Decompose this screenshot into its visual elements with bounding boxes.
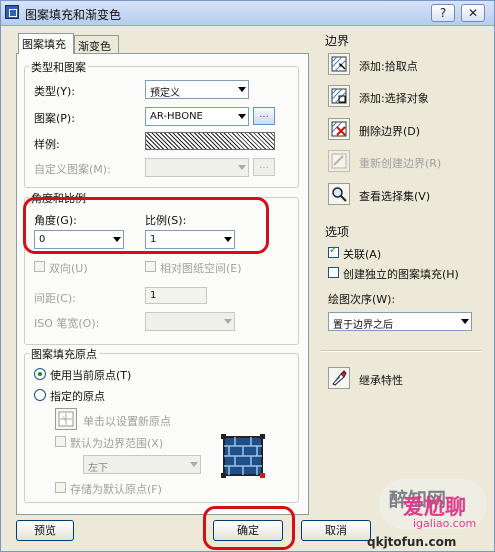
hatch-gradient-dialog: 图案填充和渐变色 ? ✕ 图案填充 渐变色 类型和图案 类型(Y): 预定义 图… [0, 0, 495, 552]
inherit-properties-button[interactable] [328, 367, 350, 389]
inherit-properties-label[interactable]: 继承特性 [359, 372, 403, 388]
relative-paper-space-label: 相对图纸空间(E) [160, 262, 242, 275]
angle-scale-highlight [23, 197, 269, 254]
view-selections-button[interactable] [328, 183, 350, 205]
custom-pattern-dropdown[interactable] [145, 158, 249, 177]
iso-pen-width-label: ISO 笔宽(O): [34, 317, 100, 330]
remove-boundaries-button[interactable] [328, 118, 350, 140]
custom-pattern-browse-button[interactable]: ... [253, 158, 275, 176]
tab-gradient[interactable]: 渐变色 [74, 35, 119, 53]
specified-origin-radio[interactable] [34, 389, 46, 401]
create-separate-hatches-label: 创建独立的图案填充(H) [343, 268, 459, 281]
chevron-down-icon [238, 87, 246, 92]
pattern-browse-button[interactable]: ... [253, 107, 275, 125]
pick-points-icon [331, 56, 347, 72]
double-label: 双向(U) [49, 262, 88, 275]
sample-label: 样例: [34, 138, 60, 151]
relative-paper-space-checkbox[interactable] [145, 261, 156, 272]
add-select-objects-button[interactable] [328, 85, 350, 107]
store-default-origin-checkbox[interactable] [55, 482, 66, 493]
default-extent-label: 默认为边界范围(X) [70, 437, 164, 450]
remove-boundaries-label[interactable]: 删除边界(D) [359, 123, 420, 139]
site-watermark: 醉知网 爱尬聊 igaliao.com qkjtofun.com [365, 469, 491, 549]
iso-pen-width-dropdown[interactable] [145, 312, 235, 331]
chevron-down-icon [461, 319, 469, 324]
type-dropdown-value: 预定义 [150, 88, 180, 99]
default-extent-checkbox[interactable] [55, 436, 66, 447]
origin-position-value: 左下 [88, 463, 108, 474]
store-default-origin-label: 存储为默认原点(F) [70, 483, 162, 496]
magnifier-icon [332, 187, 347, 202]
origin-preview-icon [221, 434, 265, 478]
window-title: 图案填充和渐变色 [25, 8, 122, 22]
spacing-input[interactable]: 1 [145, 287, 207, 304]
hatch-tab-panel: 类型和图案 类型(Y): 预定义 图案(P): AR-HBONE ... 样例:… [16, 53, 309, 515]
add-select-objects-label[interactable]: 添加:选择对象 [359, 90, 429, 106]
pattern-dropdown[interactable]: AR-HBONE [145, 107, 249, 126]
hatch-sample-swatch[interactable] [145, 132, 275, 150]
remove-boundary-icon [331, 121, 347, 137]
type-label: 类型(Y): [34, 85, 76, 98]
paintbrush-icon [332, 370, 347, 386]
preview-button[interactable]: 预览 [16, 520, 74, 541]
spacing-label: 间距(C): [34, 292, 76, 305]
pattern-label: 图案(P): [34, 112, 75, 125]
boundary-group-title: 边界 [325, 34, 350, 48]
chevron-down-icon [190, 462, 198, 467]
add-pick-points-label[interactable]: 添加:拾取点 [359, 58, 418, 74]
add-pick-points-button[interactable] [328, 53, 350, 75]
cancel-button[interactable]: 取消 [301, 520, 371, 541]
view-selections-label[interactable]: 查看选择集(V) [359, 188, 430, 204]
crosshair-icon [58, 411, 74, 427]
close-button[interactable]: ✕ [461, 4, 485, 22]
associative-checkbox[interactable] [328, 245, 339, 258]
options-group-title: 选项 [325, 225, 350, 239]
draw-order-value: 置于边界之后 [333, 320, 393, 331]
use-current-origin-radio[interactable] [34, 368, 46, 380]
hatch-origin-group-title: 图案填充原点 [29, 346, 99, 362]
select-objects-icon [331, 88, 347, 104]
chevron-down-icon [238, 165, 246, 170]
type-pattern-group-title: 类型和图案 [29, 59, 88, 75]
double-checkbox[interactable] [34, 261, 45, 272]
help-button[interactable]: ? [431, 4, 455, 22]
tab-hatch[interactable]: 图案填充 [18, 33, 74, 54]
watermark-domain: igaliao.com [413, 517, 477, 530]
custom-pattern-label: 自定义图案(M): [34, 163, 111, 176]
origin-position-dropdown[interactable]: 左下 [83, 455, 201, 474]
specified-origin-label: 指定的原点 [50, 390, 105, 403]
chevron-down-icon [224, 319, 232, 324]
watermark-bottom-domain: qkjtofun.com [367, 535, 457, 549]
autocad-app-icon [5, 5, 19, 19]
draw-order-label: 绘图次序(W): [328, 293, 396, 306]
title-bar[interactable]: 图案填充和渐变色 ? ✕ [1, 1, 494, 26]
recreate-boundary-icon [331, 153, 347, 169]
recreate-boundary-label: 重新创建边界(R) [359, 157, 442, 170]
separator [321, 350, 481, 352]
ok-button-highlight [203, 506, 295, 550]
type-dropdown[interactable]: 预定义 [145, 80, 249, 99]
spacing-input-value: 1 [150, 290, 157, 301]
draw-order-dropdown[interactable]: 置于边界之后 [328, 312, 472, 331]
recreate-boundary-button[interactable] [328, 150, 350, 172]
chevron-down-icon [238, 114, 246, 119]
create-separate-hatches-checkbox[interactable] [328, 267, 339, 278]
click-set-origin-button[interactable] [55, 408, 77, 430]
associative-label: 关联(A) [343, 248, 382, 261]
click-set-origin-label: 单击以设置新原点 [83, 415, 171, 428]
use-current-origin-label: 使用当前原点(T) [50, 369, 132, 382]
pattern-dropdown-value: AR-HBONE [150, 111, 203, 122]
